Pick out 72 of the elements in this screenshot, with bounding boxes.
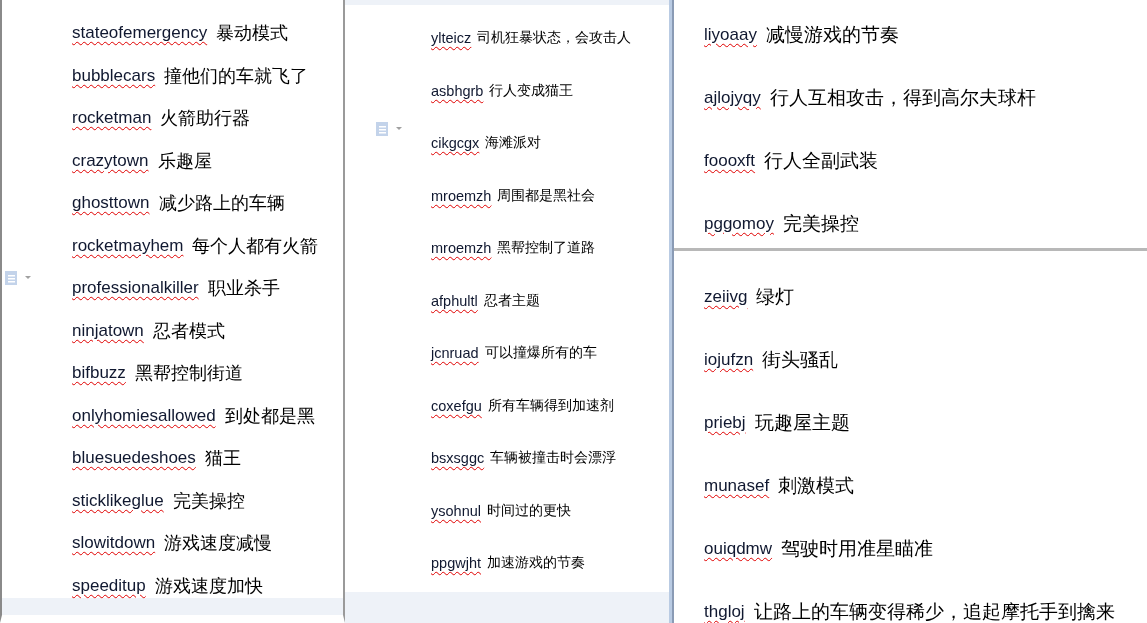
cheat-description: 行人互相攻击，得到高尔夫球杆	[769, 85, 1036, 110]
cheat-description: 完美操控	[172, 489, 245, 513]
cheat-description: 减慢游戏的节奏	[765, 22, 899, 47]
cheat-description: 乐趣屋	[157, 149, 212, 173]
cheat-code: speeditup	[72, 575, 146, 596]
cheat-code: onlyhomiesallowed	[72, 405, 216, 426]
cheat-description: 到处都是黑	[224, 404, 315, 428]
paste-options-icon[interactable]	[375, 121, 405, 137]
cheat-code: asbhgrb	[431, 82, 484, 99]
cheat-code: bifbuzz	[72, 363, 126, 384]
cheat-code: ghosttown	[72, 193, 150, 214]
cheat-description: 驾驶时用准星瞄准	[781, 536, 934, 561]
cheat-code: mroemzh	[431, 240, 492, 257]
cheat-code: ouiqdmw	[704, 538, 773, 559]
cheat-description: 绿灯	[756, 284, 795, 309]
cheat-description: 减少路上的车辆	[158, 192, 285, 216]
cheat-description: 玩趣屋主题	[754, 410, 850, 435]
cheat-description: 可以撞爆所有的车	[484, 344, 597, 363]
cheat-description: 完美操控	[782, 211, 859, 236]
cheat-code: pggomoy	[704, 213, 774, 234]
cheat-description: 游戏速度加快	[154, 574, 263, 598]
cheat-code: cikgcgx	[431, 135, 480, 152]
cheat-description: 忍者主题	[483, 291, 540, 310]
cheat-description: 职业杀手	[207, 277, 280, 301]
cheat-code: sticklikeglue	[72, 490, 164, 511]
cheat-code: ysohnul	[431, 502, 481, 519]
cheat-description: 火箭助行器	[160, 107, 251, 131]
cheat-code: bubblecars	[72, 65, 156, 86]
cheat-description: 周围都是黑社会	[497, 186, 596, 205]
cheat-code: foooxft	[704, 150, 756, 171]
cheat-code: priebj	[704, 412, 746, 433]
cheat-description: 刺激模式	[778, 473, 855, 498]
cheat-code: munasef	[704, 475, 770, 496]
cheat-description: 时间过的更快	[487, 501, 571, 520]
cheat-description: 街头骚乱	[762, 347, 839, 372]
cheat-description: 游戏速度减慢	[164, 532, 273, 556]
cheat-description: 黑帮控制了道路	[497, 239, 596, 258]
cheat-code: stateofemergency	[72, 23, 208, 44]
cheat-code: professionalkiller	[72, 278, 199, 299]
cheat-code: iojufzn	[704, 349, 754, 370]
cheat-description: 行人全副武装	[764, 148, 879, 173]
cheat-description: 行人变成猫王	[489, 81, 574, 100]
cheat-description: 海滩派对	[485, 134, 542, 153]
cheat-code: ylteicz	[431, 30, 472, 47]
cheat-description: 每个人都有火箭	[192, 234, 319, 258]
cheat-description: 黑帮控制街道	[134, 362, 243, 386]
cheat-code: jcnruad	[431, 345, 479, 362]
cheat-description: 所有车辆得到加速剂	[487, 396, 614, 415]
cheat-code: afphultl	[431, 292, 478, 309]
cheat-code: mroemzh	[431, 187, 492, 204]
cheat-description: 让路上的车辆变得稀少，追起摩托手到擒来	[753, 599, 1115, 623]
cheat-description: 忍者模式	[152, 319, 225, 343]
cheat-code: rocketmayhem	[72, 235, 184, 256]
cheat-description: 猫王	[204, 447, 241, 471]
cheat-code: bsxsggc	[431, 450, 485, 467]
cheat-code: bluesuedeshoes	[72, 448, 196, 469]
cheat-code: rocketman	[72, 108, 152, 129]
cheat-code: slowitdown	[72, 533, 156, 554]
cheat-code: ajlojyqy	[704, 87, 761, 108]
cheat-description: 撞他们的车就飞了	[164, 64, 309, 88]
cheat-code: ppgwjht	[431, 555, 481, 572]
paste-options-icon[interactable]	[4, 270, 34, 286]
cheat-code: zeiivg	[704, 286, 748, 307]
cheat-code: ninjatown	[72, 320, 144, 341]
cheat-description: 加速游戏的节奏	[487, 554, 585, 573]
cheat-code: thgloj	[704, 601, 745, 622]
cheat-code: coxefgu	[431, 397, 482, 414]
cheat-code: liyoaay	[704, 24, 757, 45]
cheat-description: 司机狂暴状态，会攻击人	[477, 29, 632, 48]
cheat-description: 车辆被撞击时会漂浮	[490, 449, 617, 468]
cheat-description: 暴动模式	[216, 22, 289, 46]
cheat-code: crazytown	[72, 150, 149, 171]
